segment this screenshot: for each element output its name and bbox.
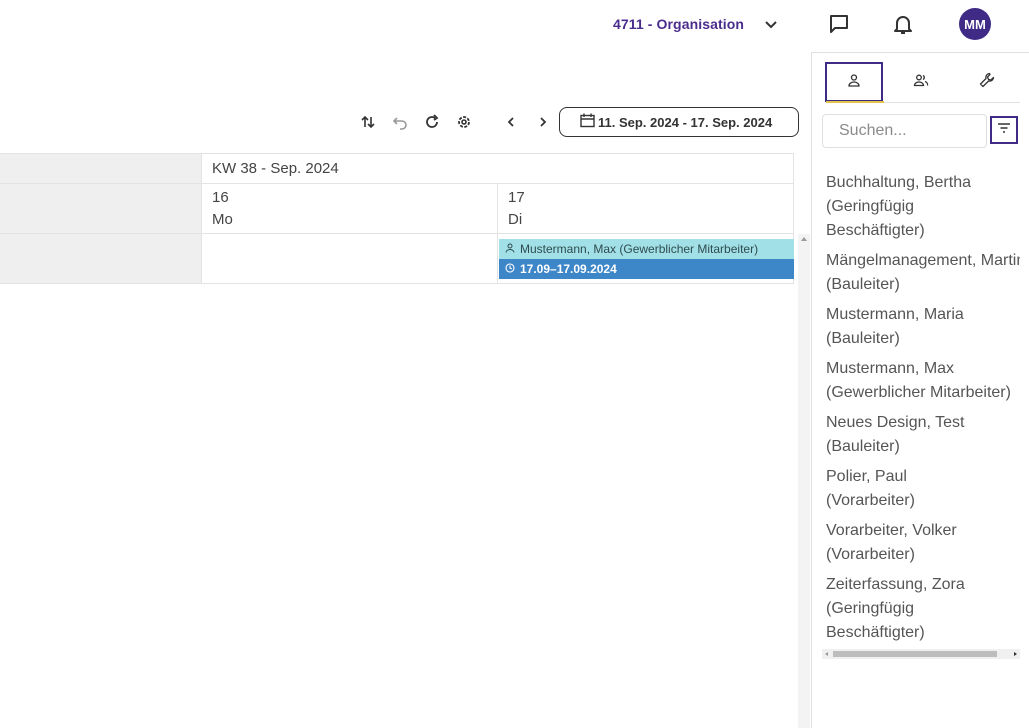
day-weekday: Di [508, 211, 523, 228]
chat-icon[interactable] [826, 11, 852, 37]
employee-name: Mustermann, Maria [826, 306, 964, 323]
employee-role: (Geringfügig [826, 600, 915, 617]
event-date-bar[interactable]: 17.09–17.09.2024 [499, 259, 794, 279]
employee-role: (Vorarbeiter) [826, 546, 915, 563]
list-item[interactable]: Mustermann, Max (Gewerblicher Mitarbeite… [826, 357, 1020, 405]
top-bar: 4711 - Organisation MM [0, 0, 1029, 52]
chevron-down-icon[interactable] [761, 14, 781, 34]
employee-name: Mustermann, Max [826, 360, 955, 377]
chevron-left-icon[interactable] [502, 113, 520, 131]
wrench-icon [979, 72, 995, 93]
day-weekday: Mo [212, 211, 233, 228]
employee-name: Vorarbeiter, Volker [826, 522, 957, 539]
avatar[interactable]: MM [959, 8, 991, 40]
week-label: KW 38 - Sep. 2024 [212, 160, 339, 177]
scroll-right-arrow-icon[interactable] [1014, 652, 1017, 656]
list-item[interactable]: Mängelmanagement, Martin (Bauleiter) [826, 249, 1020, 297]
employee-name: Buchhaltung, Bertha [826, 174, 971, 191]
chevron-right-icon[interactable] [534, 113, 552, 131]
employee-role-cont: Beschäftigter) [826, 222, 925, 239]
resource-column-header [0, 184, 202, 234]
scrollbar-thumb[interactable] [833, 651, 997, 657]
day-header-mo[interactable]: 16 Mo [202, 184, 498, 234]
undo-icon[interactable] [391, 113, 409, 131]
list-item[interactable]: Mustermann, Maria (Bauleiter) [826, 303, 1020, 351]
event-dates-label: 17.09–17.09.2024 [520, 262, 617, 276]
tab-tools[interactable] [958, 62, 1016, 102]
calendar-icon [580, 113, 595, 131]
person-icon [847, 73, 861, 92]
employee-list: Buchhaltung, Bertha (Geringfügig Beschäf… [826, 171, 1020, 651]
list-item[interactable]: Buchhaltung, Bertha (Geringfügig Beschäf… [826, 171, 1020, 243]
clock-icon [505, 262, 515, 276]
tab-persons[interactable] [825, 62, 883, 102]
event-person-bar[interactable]: Mustermann, Max (Gewerblicher Mitarbeite… [499, 239, 794, 259]
week-header: KW 38 - Sep. 2024 [202, 153, 794, 184]
date-range-picker[interactable]: 11. Sep. 2024 - 17. Sep. 2024 [559, 107, 799, 137]
filter-icon [997, 121, 1011, 139]
scroll-up-arrow-icon[interactable] [801, 237, 807, 241]
sort-icon[interactable] [359, 113, 377, 131]
horizontal-scrollbar[interactable] [822, 649, 1020, 659]
employee-role: (Gewerblicher Mitarbeiter) [826, 384, 1011, 401]
vertical-scrollbar[interactable] [798, 234, 810, 728]
date-range-label: 11. Sep. 2024 - 17. Sep. 2024 [598, 114, 773, 130]
employee-role: (Bauleiter) [826, 438, 900, 455]
employee-role: (Bauleiter) [826, 276, 900, 293]
settings-icon[interactable] [455, 113, 473, 131]
resource-header-blank [0, 153, 202, 184]
day-header-di[interactable]: 17 Di [498, 184, 794, 234]
employee-role: (Geringfügig [826, 198, 915, 215]
refresh-icon[interactable] [423, 113, 441, 131]
group-icon [913, 73, 929, 92]
list-item[interactable]: Neues Design, Test (Bauleiter) [826, 411, 1020, 459]
employee-name: Mängelmanagement, Martin [826, 252, 1020, 269]
person-icon [505, 242, 515, 256]
day-cell-mo[interactable] [202, 234, 498, 284]
tab-groups[interactable] [892, 62, 950, 102]
list-item[interactable]: Zeiterfassung, Zora (Geringfügig Beschäf… [826, 573, 1020, 645]
event-person-label: Mustermann, Max (Gewerblicher Mitarbeite… [520, 242, 759, 256]
active-tab-indicator [826, 101, 884, 103]
employee-role: (Bauleiter) [826, 330, 900, 347]
resource-row-label [0, 234, 202, 284]
employee-role: (Vorarbeiter) [826, 492, 915, 509]
day-number: 17 [508, 189, 525, 206]
day-number: 16 [212, 189, 229, 206]
scroll-left-arrow-icon[interactable] [825, 652, 828, 656]
employee-name: Polier, Paul [826, 468, 907, 485]
bell-icon[interactable] [890, 11, 916, 37]
list-item[interactable]: Vorarbeiter, Volker (Vorarbeiter) [826, 519, 1020, 567]
list-item[interactable]: Polier, Paul (Vorarbeiter) [826, 465, 1020, 513]
employee-role-cont: Beschäftigter) [826, 624, 925, 641]
employee-name: Neues Design, Test [826, 414, 965, 431]
organisation-selector[interactable]: 4711 - Organisation [613, 16, 744, 32]
filter-button[interactable] [990, 116, 1018, 144]
search-input[interactable] [822, 114, 987, 148]
employee-name: Zeiterfassung, Zora [826, 576, 965, 593]
